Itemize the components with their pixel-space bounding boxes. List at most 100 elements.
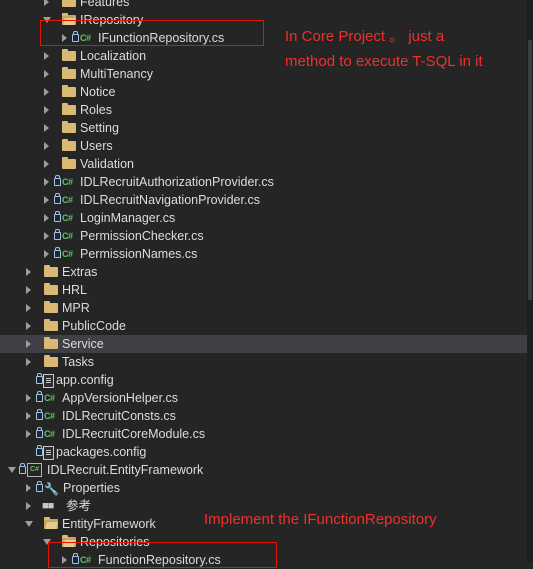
source-control-lock-icon xyxy=(36,481,43,492)
folder-icon xyxy=(62,0,76,7)
expand-arrow-right-icon[interactable] xyxy=(42,245,52,263)
tree-item-label: IDLRecruitCoreModule.cs xyxy=(62,427,206,441)
csharp-file-icon: C# xyxy=(62,177,73,187)
folder-icon xyxy=(44,319,58,331)
csharp-project-icon: C# xyxy=(27,463,42,477)
tree-item-label: IDLRecruitConsts.cs xyxy=(62,409,176,423)
tree-item-label: Service xyxy=(62,337,104,351)
expand-arrow-right-icon[interactable] xyxy=(24,407,34,425)
expand-arrow-right-icon[interactable] xyxy=(24,389,34,407)
scrollbar-thumb[interactable] xyxy=(528,40,532,300)
tree-item-label: Notice xyxy=(80,85,116,99)
folder-icon xyxy=(62,139,76,151)
tree-item-setting[interactable]: Setting xyxy=(0,119,527,137)
folder-open-icon xyxy=(44,517,58,529)
tree-item-label: Extras xyxy=(62,265,98,279)
tree-item-label: PermissionChecker.cs xyxy=(80,229,204,243)
source-control-lock-icon xyxy=(36,445,43,456)
tree-item-extras[interactable]: Extras xyxy=(0,263,527,281)
expand-arrow-right-icon[interactable] xyxy=(24,263,34,281)
config-file-icon xyxy=(43,446,54,460)
tree-item-service[interactable]: Service xyxy=(0,335,527,353)
tree-item-label: Features xyxy=(80,0,130,9)
source-control-lock-icon xyxy=(54,175,61,186)
expand-arrow-right-icon[interactable] xyxy=(42,209,52,227)
expand-arrow-right-icon[interactable] xyxy=(42,101,52,119)
expand-arrow-right-icon[interactable] xyxy=(42,155,52,173)
tree-item-tasks[interactable]: Tasks xyxy=(0,353,527,371)
expand-arrow-right-icon[interactable] xyxy=(24,497,34,515)
tree-item-properties[interactable]: 🔧 Properties xyxy=(0,479,527,497)
expand-arrow-right-icon[interactable] xyxy=(42,137,52,155)
source-control-lock-icon xyxy=(54,211,61,222)
expand-arrow-right-icon[interactable] xyxy=(42,173,52,191)
source-control-lock-icon xyxy=(36,391,43,402)
tree-item-permissionchecker-cs[interactable]: C# PermissionChecker.cs xyxy=(0,227,527,245)
tree-item-label: LoginManager.cs xyxy=(80,211,176,225)
expand-arrow-right-icon[interactable] xyxy=(42,47,52,65)
vertical-scrollbar[interactable] xyxy=(527,0,533,562)
expand-arrow-right-icon[interactable] xyxy=(24,317,34,335)
wrench-icon: 🔧 xyxy=(44,482,59,496)
csharp-file-icon: C# xyxy=(44,393,55,403)
tree-item-idlrecruitcoremodule-cs[interactable]: C# IDLRecruitCoreModule.cs xyxy=(0,425,527,443)
tree-item-packages-config[interactable]: packages.config xyxy=(0,443,527,461)
tree-item-publiccode[interactable]: PublicCode xyxy=(0,317,527,335)
folder-icon xyxy=(44,301,58,313)
expand-arrow-right-icon[interactable] xyxy=(24,281,34,299)
expand-arrow-right-icon[interactable] xyxy=(42,65,52,83)
folder-icon xyxy=(44,355,58,367)
solution-explorer-tree: Features IRepository C# IFunctionRepository… xyxy=(0,0,527,567)
tree-item-appversionhelper-cs[interactable]: C# AppVersionHelper.cs xyxy=(0,389,527,407)
tree-item-label: Tasks xyxy=(62,355,94,369)
tree-item-validation[interactable]: Validation xyxy=(0,155,527,173)
highlight-box-ifunctionrepository xyxy=(40,20,264,46)
expand-arrow-down-icon[interactable] xyxy=(24,515,34,533)
tree-item-users[interactable]: Users xyxy=(0,137,527,155)
source-control-lock-icon xyxy=(36,427,43,438)
tree-item-roles[interactable]: Roles xyxy=(0,101,527,119)
annotation-core-line2: method to execute T-SQL in it xyxy=(285,53,483,70)
source-control-lock-icon xyxy=(36,373,43,384)
csharp-file-icon: C# xyxy=(62,231,73,241)
csharp-file-icon: C# xyxy=(62,195,73,205)
expand-arrow-right-icon[interactable] xyxy=(24,335,34,353)
expand-arrow-right-icon[interactable] xyxy=(24,479,34,497)
csharp-file-icon: C# xyxy=(62,249,73,259)
tree-item-permissionnames-cs[interactable]: C# PermissionNames.cs xyxy=(0,245,527,263)
config-file-icon xyxy=(43,374,54,388)
tree-item-idlrecruitnavigationprovider-cs[interactable]: C# IDLRecruitNavigationProvider.cs xyxy=(0,191,527,209)
folder-icon xyxy=(62,121,76,133)
expand-arrow-right-icon[interactable] xyxy=(24,299,34,317)
folder-icon xyxy=(44,337,58,349)
tree-item-label: Properties xyxy=(63,481,120,495)
folder-icon xyxy=(44,283,58,295)
expand-arrow-right-icon[interactable] xyxy=(24,425,34,443)
highlight-box-functionrepository xyxy=(48,542,277,568)
references-icon: ■■ xyxy=(42,500,54,512)
expand-arrow-right-icon[interactable] xyxy=(42,227,52,245)
tree-item-label: AppVersionHelper.cs xyxy=(62,391,179,405)
source-control-lock-icon xyxy=(54,247,61,258)
csharp-file-icon: C# xyxy=(44,429,55,439)
expand-arrow-right-icon[interactable] xyxy=(42,191,52,209)
tree-item-label: EntityFramework xyxy=(62,517,156,531)
tree-item-label: app.config xyxy=(56,373,114,387)
source-control-lock-icon xyxy=(36,409,43,420)
tree-item-loginmanager-cs[interactable]: C# LoginManager.cs xyxy=(0,209,527,227)
expand-arrow-right-icon[interactable] xyxy=(42,119,52,137)
tree-item-label: Validation xyxy=(80,157,134,171)
tree-item-hrl[interactable]: HRL xyxy=(0,281,527,299)
tree-item-notice[interactable]: Notice xyxy=(0,83,527,101)
tree-item-idlrecruitauthorizationprovider-cs[interactable]: C# IDLRecruitAuthorizationProvider.cs xyxy=(0,173,527,191)
tree-item-app-config[interactable]: app.config xyxy=(0,371,527,389)
tree-item-mpr[interactable]: MPR xyxy=(0,299,527,317)
tree-item-label: MultiTenancy xyxy=(80,67,153,81)
expand-arrow-down-icon[interactable] xyxy=(7,461,17,479)
tree-item-idlrecruit-entityframework[interactable]: C# IDLRecruit.EntityFramework xyxy=(0,461,527,479)
tree-item-idlrecruitconsts-cs[interactable]: C# IDLRecruitConsts.cs xyxy=(0,407,527,425)
tree-item-features[interactable]: Features xyxy=(0,0,527,11)
expand-arrow-right-icon[interactable] xyxy=(42,83,52,101)
expand-arrow-right-icon[interactable] xyxy=(42,0,52,11)
expand-arrow-right-icon[interactable] xyxy=(24,353,34,371)
